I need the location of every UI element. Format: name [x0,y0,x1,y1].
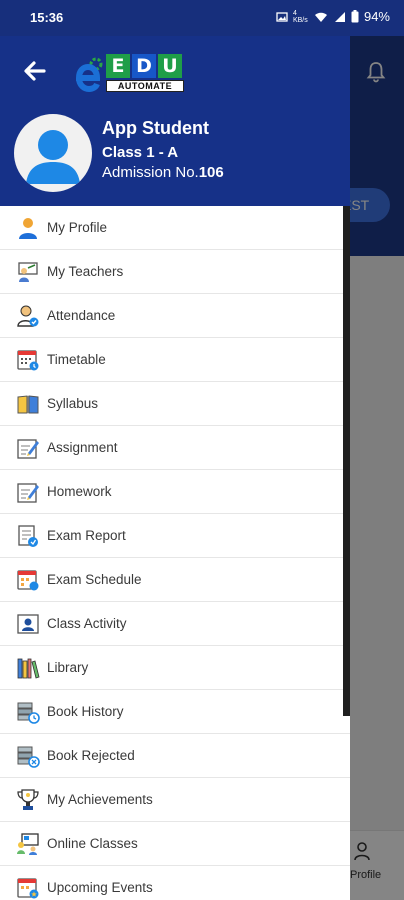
menu-label: Assignment [47,440,118,455]
online-classes-icon [17,832,39,855]
menu-label: My Profile [47,220,108,235]
menu-item-upcoming-events[interactable]: Upcoming Events [0,866,350,900]
image-notification-icon [276,11,288,22]
menu-label: My Achievements [47,792,153,807]
upcoming-events-icon [17,877,39,898]
menu-label: Homework [47,484,112,499]
logo-letter-d: D [132,54,156,78]
exam-report-icon [18,524,38,547]
admission-label: Admission No. [102,164,199,181]
menu-item-my-profile[interactable]: My Profile [0,206,350,250]
menu-label: Library [47,660,89,675]
menu-label: Exam Schedule [47,572,142,587]
menu-item-my-achievements[interactable]: My Achievements [0,778,350,822]
admission-number: 106 [198,164,224,181]
menu-label: Online Classes [47,836,138,851]
menu-label: Book Rejected [47,748,135,763]
signal-icon [334,11,345,22]
drawer-scrollbar[interactable] [343,206,350,716]
status-time: 15:36 [30,10,64,25]
achievements-icon [17,788,39,810]
navigation-drawer: E D U AUTOMATE App Student Class 1 - A A… [0,36,350,900]
logo-e-icon [75,57,103,92]
battery-icon [351,10,359,23]
menu-item-assignment[interactable]: Assignment [0,426,350,470]
logo-letter-u: U [158,54,182,78]
menu-label: Timetable [47,352,106,367]
menu-item-my-teachers[interactable]: My Teachers [0,250,350,294]
status-icons: 4 KB/s 94% [276,9,390,24]
menu-label: Syllabus [47,396,99,411]
menu-label: Book History [47,704,124,719]
avatar[interactable] [14,114,92,192]
book-history-icon [17,702,40,724]
menu-item-library[interactable]: Library [0,646,350,690]
homework-icon [17,482,39,503]
assignment-icon [17,438,39,459]
menu-item-class-activity[interactable]: Class Activity [0,602,350,646]
back-arrow-icon[interactable] [18,54,52,88]
menu-label: My Teachers [47,264,124,279]
user-avatar-icon [26,130,80,184]
logo-letters: E D U [106,54,182,78]
menu-item-exam-report[interactable]: Exam Report [0,514,350,558]
menu-item-exam-schedule[interactable]: Exam Schedule [0,558,350,602]
class-activity-icon [17,613,39,634]
logo-subtitle: AUTOMATE [106,80,184,92]
timetable-icon [17,349,39,370]
menu-label: Attendance [47,308,116,323]
menu-item-timetable[interactable]: Timetable [0,338,350,382]
user-class: Class 1 - A [102,144,179,161]
drawer-menu: My Profile My Teachers Attendance Timeta… [0,206,350,900]
menu-item-book-history[interactable]: Book History [0,690,350,734]
battery-percent: 94% [363,9,390,24]
profile-icon [19,217,37,239]
menu-label: Exam Report [47,528,126,543]
edu-automate-logo: E D U AUTOMATE [72,52,186,96]
network-speed: 4 KB/s [292,9,308,24]
menu-item-book-rejected[interactable]: Book Rejected [0,734,350,778]
library-icon [17,658,40,679]
drawer-header: E D U AUTOMATE App Student Class 1 - A A… [0,36,350,206]
menu-item-attendance[interactable]: Attendance [0,294,350,338]
syllabus-icon [17,394,39,413]
menu-item-online-classes[interactable]: Online Classes [0,822,350,866]
menu-label: Class Activity [47,616,127,631]
status-bar: 15:36 4 KB/s 94% [0,0,404,36]
menu-item-syllabus[interactable]: Syllabus [0,382,350,426]
attendance-icon [17,305,39,327]
menu-item-homework[interactable]: Homework [0,470,350,514]
teachers-icon [18,261,38,282]
logo-letter-e: E [106,54,130,78]
menu-label: Upcoming Events [47,880,153,895]
wifi-icon [314,12,327,22]
book-rejected-icon [17,746,40,768]
user-name: App Student [102,118,209,138]
user-admission: Admission No.106 [102,164,224,181]
exam-schedule-icon [17,569,39,590]
